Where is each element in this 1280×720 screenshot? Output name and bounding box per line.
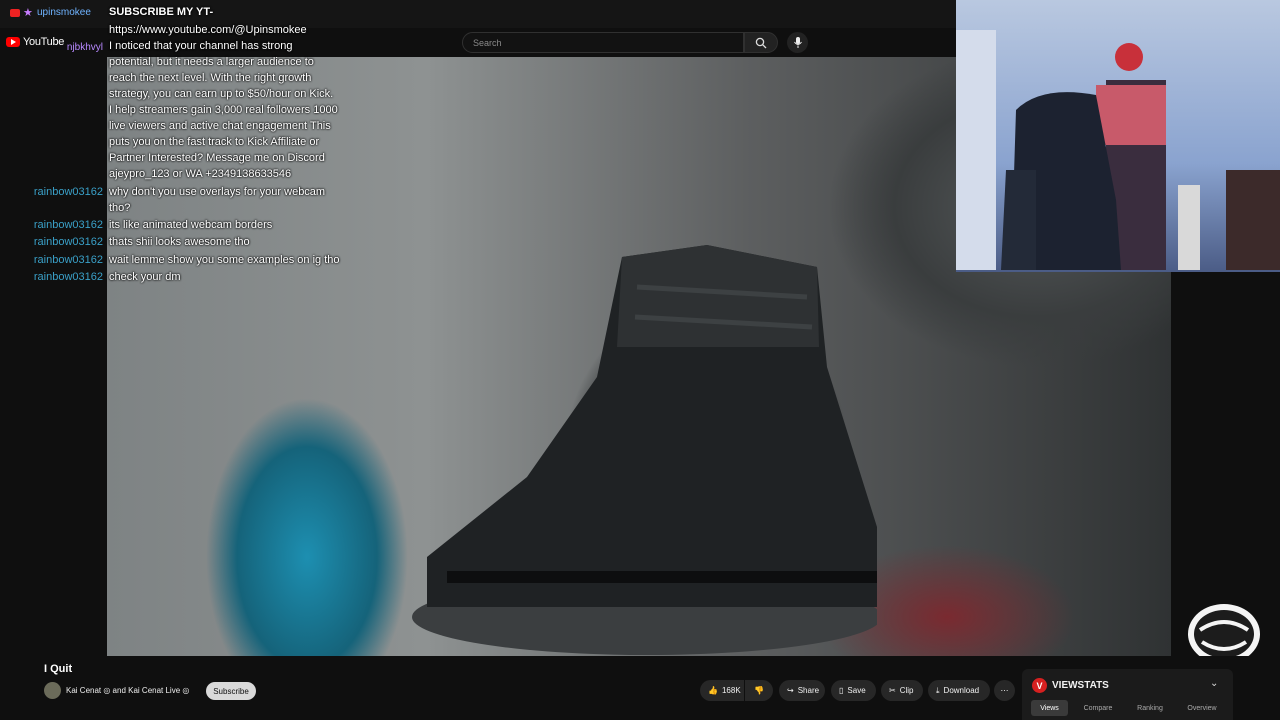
chat-text: https://www.youtube.com/@Upinsmokee (109, 24, 307, 36)
viewstats-title: VIEWSTATS (1052, 680, 1109, 691)
viewstats-tab-overview[interactable]: Overview (1180, 700, 1224, 716)
thumbs-down-icon: 👎 (754, 686, 764, 695)
share-label: Share (797, 686, 820, 695)
subscribe-button[interactable]: Subscribe (206, 682, 256, 700)
webcam-feed (956, 0, 1280, 272)
search-input[interactable]: Search (462, 32, 744, 53)
chat-username: rainbow03162 (33, 236, 103, 248)
star-icon: ★ (23, 7, 33, 19)
youtube-logo-text: YouTube (23, 36, 65, 48)
chat-username: rainbow03162 (33, 271, 103, 283)
share-icon: ↪ (787, 686, 794, 695)
save-button[interactable]: ▯ Save (831, 680, 876, 701)
download-label: Download (943, 686, 980, 695)
scissors-icon: ✂ (889, 686, 896, 695)
clip-button[interactable]: ✂ Clip (881, 680, 923, 701)
search-button[interactable] (744, 32, 778, 53)
chat-username: rainbow03162 (33, 219, 103, 231)
thumbs-up-icon: 👍 (708, 686, 718, 695)
share-button[interactable]: ↪ Share (779, 680, 825, 701)
chat-message: rainbow03162 check your dm (34, 269, 339, 285)
youtube-play-icon (6, 37, 20, 47)
chat-message: rainbow03162 why don't you use overlays … (34, 184, 334, 216)
webcam-scene (956, 30, 1280, 270)
voice-search-button[interactable] (787, 32, 808, 53)
chat-text: check your dm (109, 271, 181, 283)
download-icon: ⤓ (936, 685, 940, 695)
clip-label: Clip (899, 686, 914, 695)
chat-text: why don't you use overlays for your webc… (109, 186, 326, 214)
microphone-icon (793, 37, 802, 48)
chat-message: I noticed that your channel has strong p… (109, 38, 339, 182)
chat-text: wait lemme show you some examples on ig … (109, 254, 340, 266)
chat-username: rainbow03162 (33, 186, 103, 198)
viewstats-tab-ranking[interactable]: Ranking (1131, 700, 1169, 716)
more-actions-button[interactable]: ⋯ (994, 680, 1015, 701)
chat-username: rainbow03162 (33, 254, 103, 266)
more-icon: ⋯ (1000, 686, 1009, 695)
channel-name[interactable]: Kai Cenat ◎ and Kai Cenat Live ◎ (66, 686, 189, 695)
chat-message: njbkhvyl https://www.youtube.com/@Upinsm… (67, 22, 339, 53)
viewstats-tab-compare[interactable]: Compare (1077, 700, 1119, 716)
like-button[interactable]: 👍 168K (700, 680, 744, 701)
chat-username: njbkhvyl (66, 42, 103, 53)
download-button[interactable]: ⤓ Download (928, 680, 990, 701)
stream-banner: SUBSCRIBE MY YT- (109, 6, 214, 18)
save-label: Save (847, 686, 866, 695)
youtube-logo[interactable]: YouTube (6, 36, 64, 48)
viewstats-logo-icon: V (1032, 678, 1047, 693)
chat-message: rainbow03162 thats shii looks awesome th… (34, 234, 339, 250)
search-icon (755, 37, 767, 48)
video-title: I Quit (44, 663, 73, 675)
channel-avatar[interactable] (44, 682, 61, 699)
like-count: 168K (721, 686, 741, 695)
stream-username: upinsmokee (37, 7, 91, 18)
dislike-button[interactable]: 👎 (745, 680, 773, 701)
chat-message: rainbow03162 wait lemme show you some ex… (34, 252, 345, 268)
bookmark-icon: ▯ (839, 686, 844, 695)
viewstats-tab-views[interactable]: Views (1031, 700, 1068, 716)
chat-text: thats shii looks awesome tho (109, 236, 250, 248)
boot-image (412, 245, 877, 655)
chat-message: rainbow03162 its like animated webcam bo… (34, 217, 339, 233)
chat-text: its like animated webcam borders (109, 219, 273, 231)
record-icon (10, 9, 20, 17)
chevron-down-icon[interactable]: ⌄ (1210, 678, 1218, 689)
chat-text: I noticed that your channel has strong p… (109, 40, 338, 180)
